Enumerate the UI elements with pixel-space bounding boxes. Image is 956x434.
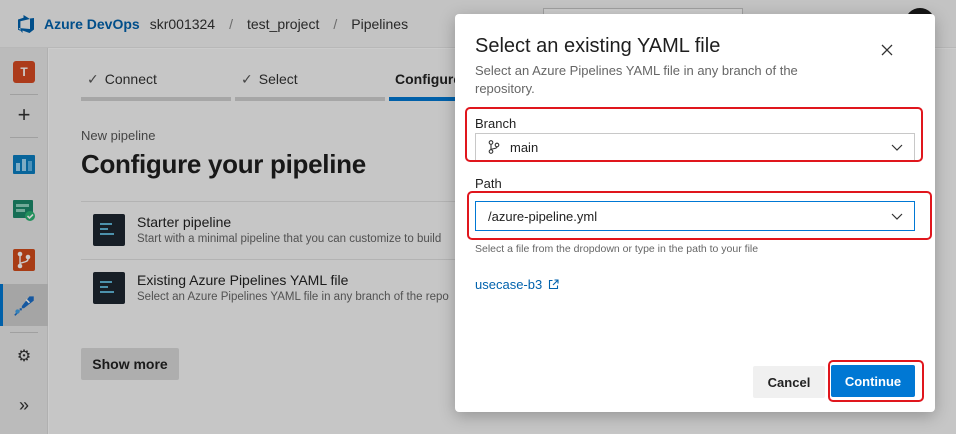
annotation-highlight-path	[467, 191, 932, 240]
repo-link-label: usecase-b3	[475, 277, 543, 292]
dialog-subtitle: Select an Azure Pipelines YAML file in a…	[475, 63, 798, 96]
path-label: Path	[475, 176, 502, 191]
cancel-button[interactable]: Cancel	[753, 366, 825, 398]
close-icon	[881, 44, 893, 56]
path-hint: Select a file from the dropdown or type …	[475, 243, 759, 255]
annotation-highlight-branch	[465, 107, 923, 162]
repo-link[interactable]: usecase-b3	[475, 277, 559, 292]
annotation-highlight-continue	[828, 360, 924, 402]
external-link-icon	[549, 279, 559, 290]
close-button[interactable]	[875, 38, 899, 62]
dialog-title: Select an existing YAML file	[475, 35, 721, 57]
